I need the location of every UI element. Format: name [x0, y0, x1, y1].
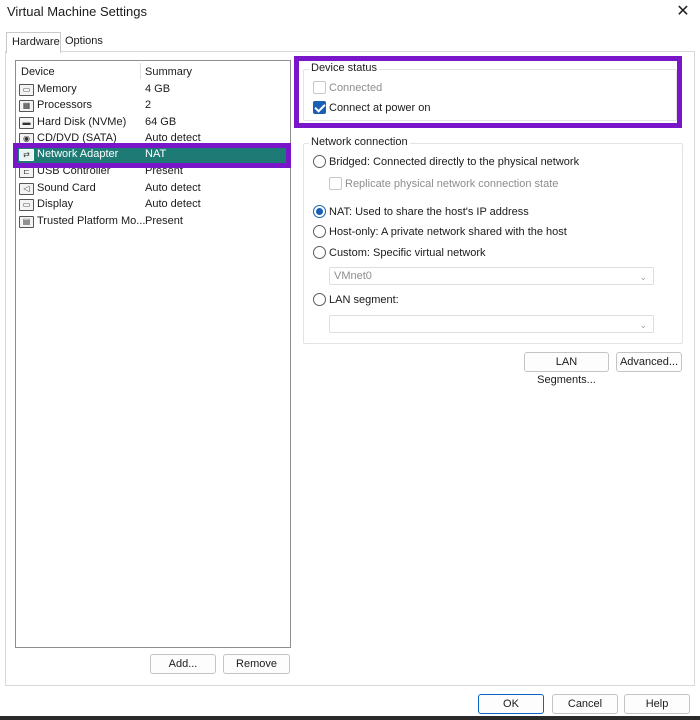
cd-dvd-icon: ◉ [19, 133, 34, 145]
device-row[interactable]: ⇄ Network Adapter NAT [17, 147, 289, 163]
device-row[interactable]: ▭ Memory 4 GB [17, 82, 289, 98]
bridged-radio[interactable] [313, 155, 326, 168]
device-summary: Present [145, 215, 183, 227]
connect-at-power-on-label: Connect at power on [329, 102, 431, 114]
custom-label: Custom: Specific virtual network [329, 247, 486, 259]
usb-icon: ⊏ [19, 166, 34, 178]
device-name: CD/DVD (SATA) [37, 132, 117, 144]
lan-segments-button[interactable]: LAN Segments... [524, 352, 609, 386]
speaker-icon: ◁ [19, 183, 34, 195]
tpm-icon: ▤ [19, 216, 34, 228]
device-summary: 64 GB [145, 116, 177, 128]
device-name: Trusted Platform Mo... [37, 215, 146, 227]
nat-label: NAT: Used to share the host's IP address [329, 206, 529, 218]
taskbar-edge [0, 716, 700, 720]
device-name: USB Controller [37, 165, 111, 177]
host-only-prefix: Host-only [329, 226, 376, 238]
device-summary: 4 GB [145, 83, 171, 95]
device-summary: Auto detect [145, 182, 201, 194]
device-name: Hard Disk (NVMe) [37, 116, 127, 128]
memory-icon: ▭ [19, 84, 34, 96]
bridged-prefix: Bridged [329, 156, 367, 168]
help-button[interactable]: Help [624, 694, 690, 714]
custom-prefix: Custom [329, 247, 367, 259]
bridged-text: : Connected directly to the physical net… [366, 156, 580, 168]
advanced-button[interactable]: Advanced... [616, 352, 682, 372]
bridged-label: Bridged: Connected directly to the physi… [329, 156, 579, 168]
nat-radio[interactable] [313, 205, 326, 218]
processor-icon: ▦ [19, 100, 34, 112]
lan-segment-select[interactable]: ⌄ [329, 315, 654, 333]
host-only-radio[interactable] [313, 225, 326, 238]
custom-text: : Specific virtual network [366, 247, 486, 259]
column-separator [140, 63, 141, 79]
connected-label: Connected [329, 82, 383, 94]
tab-hardware[interactable]: Hardware [6, 32, 61, 53]
device-row[interactable]: ▬ Hard Disk (NVMe) 64 GB [17, 115, 289, 131]
device-summary: Present [145, 165, 183, 177]
ok-button[interactable]: OK [478, 694, 544, 714]
device-name: Sound Card [37, 182, 96, 194]
replicate-checkbox[interactable] [329, 177, 342, 190]
hard-disk-icon: ▬ [19, 117, 34, 129]
device-row[interactable]: ▭ Display Auto detect [17, 197, 289, 213]
chevron-down-icon: ⌄ [639, 320, 647, 330]
vmnet-value: VMnet0 [334, 270, 372, 282]
device-name: Network Adapter [37, 148, 119, 160]
device-row[interactable]: ◁ Sound Card Auto detect [17, 181, 289, 197]
device-name: Memory [37, 83, 77, 95]
vmnet-select[interactable]: VMnet0 ⌄ [329, 267, 654, 285]
host-only-label: Host-only: A private network shared with… [329, 226, 567, 238]
device-row[interactable]: ⊏ USB Controller Present [17, 164, 289, 180]
window-title: Virtual Machine Settings [7, 4, 147, 19]
chevron-down-icon: ⌄ [639, 272, 647, 282]
device-row[interactable]: ▤ Trusted Platform Mo... Present [17, 214, 289, 230]
lan-segment-prefix: LAN segment [329, 294, 396, 306]
close-icon[interactable]: ✕ [672, 2, 694, 22]
lan-segment-text: : [395, 294, 399, 306]
device-name: Processors [37, 99, 93, 111]
remove-button[interactable]: Remove [223, 654, 290, 674]
display-icon: ▭ [19, 199, 34, 211]
device-row[interactable]: ◉ CD/DVD (SATA) Auto detect [17, 131, 289, 147]
summary-column-header[interactable]: Summary [145, 66, 192, 78]
custom-radio[interactable] [313, 246, 326, 259]
nat-prefix: NAT [329, 206, 349, 218]
host-only-text: : A private network shared with the host [375, 226, 567, 238]
device-status-label: Device status [309, 62, 380, 74]
tab-options[interactable]: Options [60, 32, 104, 52]
network-adapter-icon: ⇄ [19, 149, 34, 161]
device-summary: Auto detect [145, 132, 201, 144]
device-summary: Auto detect [145, 198, 201, 210]
replicate-label: Replicate physical network connection st… [345, 178, 559, 190]
connect-at-power-on-checkbox[interactable] [313, 101, 326, 114]
lan-segment-radio[interactable] [313, 293, 326, 306]
nat-text: : Used to share the host's IP address [348, 206, 529, 218]
network-connection-label: Network connection [309, 136, 410, 148]
connected-checkbox[interactable] [313, 81, 326, 94]
add-button[interactable]: Add... [150, 654, 216, 674]
device-name: Display [37, 198, 74, 210]
device-summary: 2 [145, 99, 152, 111]
device-summary: NAT [145, 148, 167, 160]
cancel-button[interactable]: Cancel [552, 694, 618, 714]
device-row[interactable]: ▦ Processors 2 [17, 98, 289, 114]
device-column-header[interactable]: Device [21, 66, 55, 78]
network-connection-group [303, 143, 683, 344]
lan-segment-label: LAN segment: [329, 294, 399, 306]
